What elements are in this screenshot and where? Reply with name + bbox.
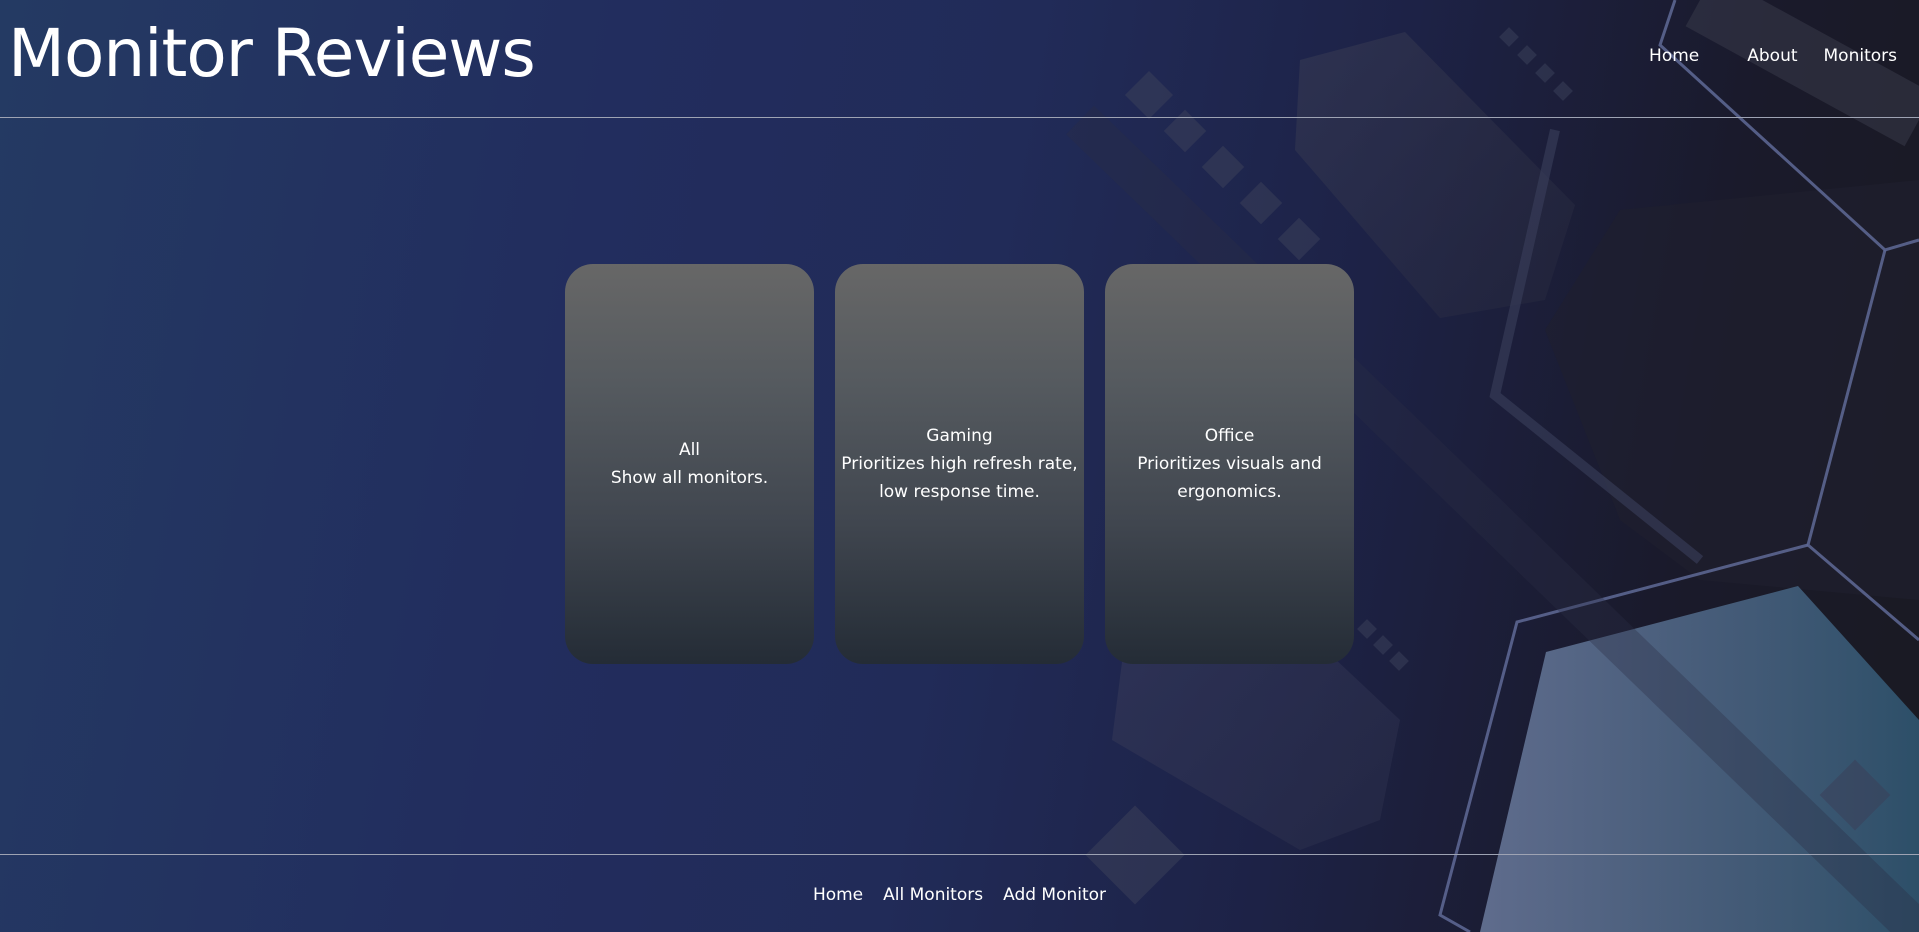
nav-link-about[interactable]: About — [1747, 46, 1797, 66]
category-card-description: Prioritizes high refresh rate, low respo… — [841, 454, 1078, 502]
category-card-description: Prioritizes visuals and ergonomics. — [1137, 454, 1322, 502]
site-footer: Home All Monitors Add Monitor — [0, 855, 1919, 932]
site-title[interactable]: Monitor Reviews — [8, 17, 536, 91]
category-cards: All Show all monitors. Gaming Prioritize… — [565, 264, 1354, 664]
top-navigation: Home About Monitors — [1649, 46, 1897, 66]
category-card-all[interactable]: All Show all monitors. — [565, 264, 814, 664]
category-card-gaming[interactable]: Gaming Prioritizes high refresh rate, lo… — [835, 264, 1084, 664]
header-divider — [0, 117, 1919, 118]
nav-link-home[interactable]: Home — [1649, 46, 1699, 66]
category-card-office[interactable]: Office Prioritizes visuals and ergonomic… — [1105, 264, 1354, 664]
footer-link-add-monitor[interactable]: Add Monitor — [1003, 885, 1106, 905]
footer-link-all-monitors[interactable]: All Monitors — [883, 885, 983, 905]
category-card-description: Show all monitors. — [610, 468, 769, 488]
category-card-title: Office — [1204, 426, 1255, 446]
footer-link-home[interactable]: Home — [813, 885, 863, 905]
site-header: Monitor Reviews Home About Monitors — [0, 0, 1919, 118]
category-card-title: Gaming — [926, 426, 993, 446]
nav-link-monitors[interactable]: Monitors — [1824, 46, 1897, 66]
category-card-title: All — [678, 440, 701, 460]
footer-navigation: Home All Monitors Add Monitor — [0, 885, 1919, 905]
